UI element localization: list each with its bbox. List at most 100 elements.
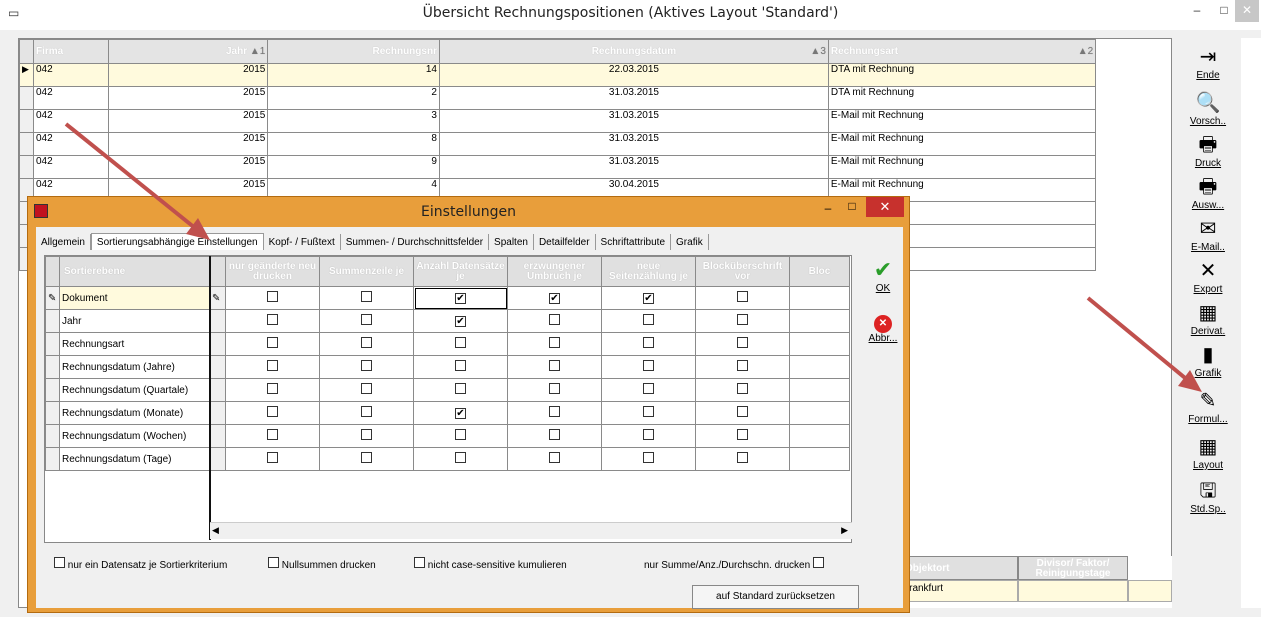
cell-jahr[interactable]: 2015 [107, 109, 269, 133]
tab-4[interactable]: Spalten [489, 234, 534, 250]
option-cell[interactable] [225, 401, 320, 425]
cell-rechnungsnr[interactable]: 14 [267, 63, 440, 87]
extra-cell[interactable] [1128, 580, 1172, 602]
tab-0[interactable]: Allgemein [36, 234, 91, 250]
checkbox[interactable] [737, 314, 748, 325]
checkbox[interactable] [643, 406, 654, 417]
checkbox[interactable] [737, 452, 748, 463]
objektort-cell[interactable]: Frankfurt [900, 580, 1018, 602]
option-cell[interactable] [319, 447, 414, 471]
tab-6[interactable]: Schriftattribute [596, 234, 672, 250]
checkbox[interactable] [455, 360, 466, 371]
checkbox[interactable]: ✔ [455, 315, 466, 327]
option-cell[interactable] [225, 424, 320, 448]
checkbox[interactable] [267, 360, 278, 371]
cell-rechnungsdatum[interactable]: 31.03.2015 [438, 155, 829, 179]
cell-rechnungsart[interactable]: DTA mit Rechnung [827, 63, 1097, 87]
checkbox[interactable] [643, 360, 654, 371]
toolbar-button-grafik[interactable]: ▮ Grafik [1177, 342, 1239, 379]
option-cell[interactable]: ✔ [413, 286, 508, 310]
cell-rechnungsnr[interactable]: 8 [267, 132, 440, 156]
toolbar-button-ende[interactable]: ⇥ Ende [1177, 44, 1239, 81]
option-print-zero-sums[interactable]: Nullsummen drucken [268, 557, 376, 571]
row-indicator[interactable]: ▶ [19, 63, 34, 87]
reset-to-standard-button[interactable]: auf Standard zurücksetzen [692, 585, 859, 609]
option-cell[interactable] [225, 355, 320, 379]
toolbar-button-export[interactable]: ✕ Export [1177, 258, 1239, 295]
sort-level-name[interactable]: Rechnungsdatum (Monate) [59, 401, 210, 425]
cell-rechnungsdatum[interactable]: 31.03.2015 [438, 86, 829, 110]
checkbox[interactable] [361, 360, 372, 371]
row-edit-indicator[interactable] [45, 401, 60, 425]
option-cell[interactable] [319, 424, 414, 448]
tab-2[interactable]: Kopf- / Fußtext [264, 234, 341, 250]
checkbox[interactable] [549, 429, 560, 440]
sort-level-name[interactable]: Jahr [59, 309, 210, 333]
option-cell[interactable] [601, 378, 696, 402]
option-print-sums-only[interactable]: nur Summe/Anz./Durchschn. drucken [644, 557, 824, 571]
option-cell[interactable] [413, 378, 508, 402]
checkbox[interactable] [361, 429, 372, 440]
option-case-insensitive-accumulate[interactable]: nicht case-sensitive kumulieren [414, 557, 567, 571]
toolbar-button-layout[interactable]: ▦ Layout [1177, 434, 1239, 471]
row-edit-indicator[interactable] [45, 378, 60, 402]
cell-jahr[interactable]: 2015 [107, 63, 269, 87]
checkbox[interactable] [455, 452, 466, 463]
option-cell[interactable] [695, 286, 790, 310]
option-cell[interactable] [601, 332, 696, 356]
option-cell[interactable]: ✔ [413, 309, 508, 333]
checkbox[interactable] [549, 383, 560, 394]
option-one-record-per-criterion[interactable]: nur ein Datensatz je Sortierkriterium [54, 557, 227, 571]
sort-level-row[interactable]: Rechnungsdatum (Quartale) [45, 378, 850, 402]
table-row[interactable]: 042 2015 2 31.03.2015 DTA mit Rechnung [19, 86, 1171, 110]
close-button[interactable]: ✕ [1235, 0, 1259, 22]
option-cell[interactable] [695, 401, 790, 425]
cancel-button[interactable]: ✕ Abbr... [863, 315, 903, 344]
sort-level-row[interactable]: Jahr ✔ [45, 309, 850, 333]
checkbox[interactable]: ✔ [455, 292, 466, 304]
checkbox[interactable] [549, 314, 560, 325]
checkbox[interactable] [455, 429, 466, 440]
option-cell[interactable] [319, 309, 414, 333]
sort-level-name[interactable]: Dokument [59, 286, 210, 310]
horizontal-scrollbar[interactable]: ◀ ▶ [210, 522, 852, 539]
cell-rechnungsart[interactable]: E-Mail mit Rechnung [827, 132, 1097, 156]
cell-firma[interactable]: 042 [32, 86, 109, 110]
option-cell[interactable] [319, 332, 414, 356]
checkbox[interactable] [737, 429, 748, 440]
row-indicator[interactable] [19, 132, 34, 156]
sort-level-name[interactable]: Rechnungsdatum (Quartale) [59, 378, 210, 402]
cell-rechnungsnr[interactable]: 9 [267, 155, 440, 179]
sort-level-row[interactable]: Rechnungsdatum (Tage) [45, 447, 850, 471]
checkbox[interactable] [267, 383, 278, 394]
row-edit-indicator[interactable] [45, 447, 60, 471]
option-cell[interactable] [507, 378, 602, 402]
option-cell[interactable] [413, 424, 508, 448]
option-cell[interactable] [319, 286, 414, 310]
col-header-rechnungsart[interactable]: Rechnungsart ▲2 [827, 39, 1097, 64]
col-header-rechnungsnr[interactable]: Rechnungsnr [267, 39, 440, 64]
option-cell[interactable] [225, 332, 320, 356]
option-cell[interactable] [601, 355, 696, 379]
sort-level-row[interactable]: Rechnungsdatum (Wochen) [45, 424, 850, 448]
col-header-objektort[interactable]: Objektort [900, 556, 1018, 580]
cell-firma[interactable]: 042 [32, 155, 109, 179]
row-edit-indicator[interactable] [45, 424, 60, 448]
ok-button[interactable]: ✔ OK [868, 257, 898, 294]
cell-rechnungsdatum[interactable]: 22.03.2015 [438, 63, 829, 87]
col-header-jahr[interactable]: Jahr ▲1 [107, 39, 269, 64]
scroll-right-icon[interactable]: ▶ [841, 525, 848, 536]
option-cell[interactable] [225, 378, 320, 402]
checkbox[interactable] [54, 557, 65, 568]
option-cell[interactable]: ✔ [601, 286, 696, 310]
checkbox[interactable] [361, 291, 372, 302]
option-cell[interactable] [319, 355, 414, 379]
option-cell[interactable] [695, 309, 790, 333]
checkbox[interactable] [361, 314, 372, 325]
option-cell[interactable] [319, 378, 414, 402]
toolbar-button-formul[interactable]: ✎ Formul... [1177, 388, 1239, 425]
col-header-option-1[interactable]: nur geänderte neu drucken [225, 256, 320, 287]
cell-jahr[interactable]: 2015 [107, 86, 269, 110]
checkbox[interactable] [267, 291, 278, 302]
cell-rechnungsdatum[interactable]: 31.03.2015 [438, 132, 829, 156]
